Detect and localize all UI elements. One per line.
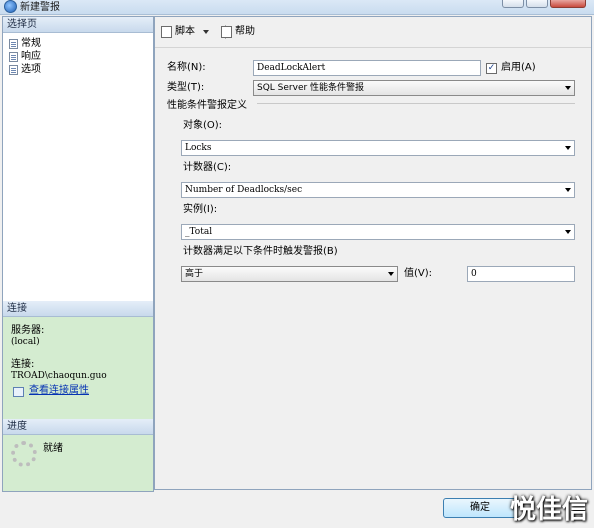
name-field[interactable]: DeadLockAlert	[253, 60, 481, 76]
main-panel: 脚本 帮助 名称(N): DeadLockAlert ✓ 启用(A) 类型(T)…	[154, 16, 592, 490]
left-panel: 选择页 常规 响应 选项 连接 服务器: (local) 连接: TROAD\c…	[2, 16, 154, 492]
value-field[interactable]: 0	[467, 266, 575, 282]
instance-value: _Total	[185, 227, 213, 237]
counter-select[interactable]: Number of Deadlocks/sec	[181, 182, 575, 198]
close-button[interactable]	[550, 0, 586, 8]
page-item-response[interactable]: 响应	[9, 50, 41, 63]
toolbar: 脚本 帮助	[155, 17, 591, 48]
condition-label: 计数器满足以下条件时触发警报(B)	[183, 246, 338, 257]
progress-spinner-icon	[11, 441, 37, 467]
connect-value: TROAD\chaoqun.guo	[11, 371, 107, 381]
name-label: 名称(N):	[167, 62, 206, 73]
minimize-button[interactable]	[502, 0, 524, 8]
progress-section: 就绪	[3, 435, 153, 491]
help-icon	[221, 26, 232, 38]
select-page-header: 选择页	[3, 17, 153, 33]
title-bar: 新建警报	[0, 0, 594, 15]
group-divider	[257, 103, 575, 104]
page-item-options[interactable]: 选项	[9, 63, 41, 76]
instance-select[interactable]: _Total	[181, 224, 575, 240]
type-value: SQL Server 性能条件警报	[257, 83, 365, 93]
condition-value: 高于	[185, 269, 204, 279]
object-value: Locks	[185, 143, 212, 153]
page-item-label: 选项	[21, 64, 41, 75]
maximize-button[interactable]	[526, 0, 548, 8]
progress-header: 进度	[3, 419, 153, 435]
server-label: 服务器:	[11, 325, 45, 336]
connection-section: 服务器: (local) 连接: TROAD\chaoqun.guo 查看连接属…	[3, 317, 153, 419]
chevron-down-icon	[565, 188, 571, 192]
value-label: 值(V):	[404, 268, 433, 279]
enabled-checkbox[interactable]: ✓	[486, 63, 497, 74]
perf-group-label: 性能条件警报定义	[167, 100, 247, 111]
help-button[interactable]: 帮助	[221, 25, 255, 39]
script-label: 脚本	[175, 26, 195, 37]
chevron-down-icon	[565, 230, 571, 234]
object-select[interactable]: Locks	[181, 140, 575, 156]
view-connection-properties-link[interactable]: 查看连接属性	[29, 385, 89, 396]
page-icon	[9, 38, 18, 49]
watermark-logo: 悦佳信	[509, 495, 588, 525]
window-controls	[502, 0, 586, 8]
help-label: 帮助	[235, 26, 255, 37]
counter-label: 计数器(C):	[183, 162, 232, 173]
page-icon	[9, 51, 18, 62]
chevron-down-icon	[388, 272, 394, 276]
type-label: 类型(T):	[167, 82, 205, 93]
chevron-down-icon	[565, 146, 571, 150]
object-label: 对象(O):	[183, 120, 223, 131]
progress-status: 就绪	[43, 443, 63, 454]
connect-label: 连接:	[11, 359, 35, 370]
condition-select[interactable]: 高于	[181, 266, 398, 282]
server-value: (local)	[11, 337, 40, 347]
window-title: 新建警报	[20, 2, 60, 13]
page-item-general[interactable]: 常规	[9, 37, 41, 50]
script-button[interactable]: 脚本	[161, 25, 209, 39]
ok-button[interactable]: 确定	[443, 498, 517, 518]
chevron-down-icon	[565, 86, 571, 90]
connection-header: 连接	[3, 301, 153, 317]
counter-value: Number of Deadlocks/sec	[185, 185, 303, 195]
app-icon	[4, 0, 17, 13]
enabled-label: 启用(A)	[501, 62, 536, 73]
page-icon	[9, 64, 18, 75]
page-item-label: 响应	[21, 51, 41, 62]
script-icon	[161, 26, 172, 38]
type-select[interactable]: SQL Server 性能条件警报	[253, 80, 575, 96]
instance-label: 实例(I):	[183, 204, 218, 215]
page-item-label: 常规	[21, 38, 41, 49]
connection-properties-icon	[13, 387, 24, 397]
chevron-down-icon[interactable]	[203, 30, 209, 34]
